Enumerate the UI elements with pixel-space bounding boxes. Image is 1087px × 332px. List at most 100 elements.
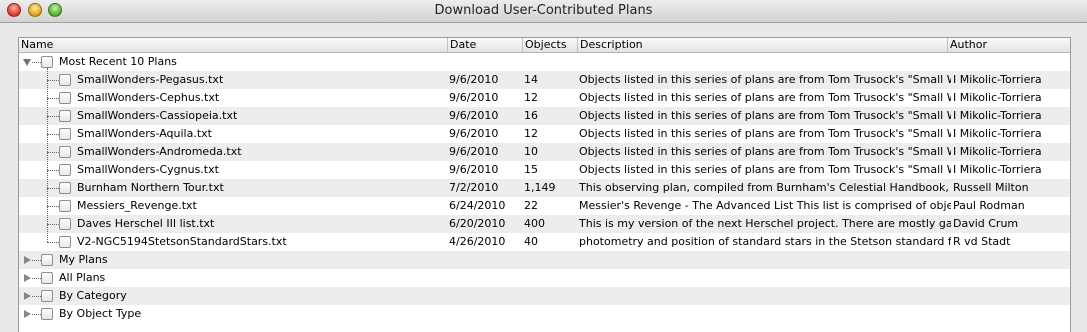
- collapse-triangle-icon[interactable]: [23, 59, 31, 66]
- plan-author: I Mikolic-Torriera: [953, 127, 1042, 140]
- plan-author: David Crum: [953, 217, 1019, 230]
- column-header-date[interactable]: Date: [447, 38, 524, 52]
- plan-checkbox[interactable]: [59, 146, 71, 158]
- column-header-description[interactable]: Description: [577, 38, 949, 52]
- plan-name: SmallWonders-Aquila.txt: [77, 127, 212, 140]
- plan-date: 9/6/2010: [449, 127, 499, 140]
- plan-date: 9/6/2010: [449, 73, 499, 86]
- group-label: By Category: [59, 289, 127, 302]
- plan-date: 9/6/2010: [449, 109, 499, 122]
- plan-date: 7/2/2010: [449, 181, 499, 194]
- group-checkbox[interactable]: [41, 56, 53, 68]
- column-header-author[interactable]: Author: [947, 38, 1070, 52]
- group-checkbox[interactable]: [41, 290, 53, 302]
- plan-author: I Mikolic-Torriera: [953, 145, 1042, 158]
- plan-checkbox[interactable]: [59, 128, 71, 140]
- plan-date: 9/6/2010: [449, 145, 499, 158]
- download-plans-window: Download User-Contributed Plans Name Dat…: [0, 0, 1087, 332]
- plan-author: I Mikolic-Torriera: [953, 73, 1042, 86]
- expand-triangle-icon[interactable]: [24, 256, 31, 264]
- plan-object-count: 1,149: [524, 181, 556, 194]
- tree-connector-line: [47, 80, 59, 81]
- plan-name: SmallWonders-Cygnus.txt: [77, 163, 219, 176]
- group-label: By Object Type: [59, 307, 142, 320]
- plans-tree-table[interactable]: Name Date Objects Description Author Mos…: [18, 37, 1071, 332]
- table-row[interactable]: SmallWonders-Cassiopeia.txt 9/6/2010 16 Obj…: [19, 107, 1070, 125]
- plan-object-count: 400: [524, 217, 545, 230]
- tree-connector-line: [47, 170, 59, 171]
- plan-name: SmallWonders-Andromeda.txt: [77, 145, 242, 158]
- group-checkbox[interactable]: [41, 272, 53, 284]
- plan-checkbox[interactable]: [59, 236, 71, 248]
- tree-connector-line: [47, 188, 59, 189]
- tree-connector-line: [32, 278, 41, 279]
- plan-object-count: 12: [524, 127, 538, 140]
- plan-description: This observing plan, compiled from Burnh…: [579, 181, 951, 194]
- expand-triangle-icon[interactable]: [24, 310, 31, 318]
- tree-connector-line: [47, 134, 59, 135]
- plan-checkbox[interactable]: [59, 164, 71, 176]
- table-header: Name Date Objects Description Author: [19, 38, 1070, 53]
- column-header-name[interactable]: Name: [19, 38, 449, 52]
- plan-object-count: 12: [524, 91, 538, 104]
- title-bar[interactable]: Download User-Contributed Plans: [0, 0, 1087, 23]
- group-checkbox[interactable]: [41, 308, 53, 320]
- plan-checkbox[interactable]: [59, 218, 71, 230]
- plan-checkbox[interactable]: [59, 110, 71, 122]
- plan-description: Objects listed in this series of plans a…: [579, 91, 951, 104]
- plan-name: Daves Herschel III list.txt: [77, 217, 215, 230]
- plan-name: V2-NGC5194StetsonStandardStars.txt: [77, 235, 287, 248]
- plan-checkbox[interactable]: [59, 200, 71, 212]
- plan-author: Russell Milton: [953, 181, 1029, 194]
- table-row[interactable]: SmallWonders-Cygnus.txt 9/6/2010 15 Objects…: [19, 161, 1070, 179]
- tree-group-row[interactable]: My Plans: [19, 251, 1070, 269]
- tree-group-row[interactable]: All Plans: [19, 269, 1070, 287]
- plan-object-count: 40: [524, 235, 538, 248]
- plan-checkbox[interactable]: [59, 74, 71, 86]
- group-label: All Plans: [59, 271, 106, 284]
- expand-triangle-icon[interactable]: [24, 274, 31, 282]
- plan-date: 9/6/2010: [449, 163, 499, 176]
- tree-connector-line: [32, 260, 41, 261]
- plan-description: Messier's Revenge - The Advanced List Th…: [579, 199, 951, 212]
- plan-author: R vd Stadt: [953, 235, 1011, 248]
- plan-author: I Mikolic-Torriera: [953, 109, 1042, 122]
- table-row[interactable]: Messiers_Revenge.txt 6/24/2010 22 Messier's…: [19, 197, 1070, 215]
- tree-group-row[interactable]: By Category: [19, 287, 1070, 305]
- expand-triangle-icon[interactable]: [24, 292, 31, 300]
- table-row[interactable]: SmallWonders-Cephus.txt 9/6/2010 12 Objects…: [19, 89, 1070, 107]
- plan-object-count: 10: [524, 145, 538, 158]
- plan-name: SmallWonders-Cassiopeia.txt: [77, 109, 238, 122]
- tree-connector-line: [47, 206, 59, 207]
- tree-connector-line: [47, 242, 59, 243]
- plan-object-count: 15: [524, 163, 538, 176]
- column-header-objects[interactable]: Objects: [522, 38, 579, 52]
- plan-description: Objects listed in this series of plans a…: [579, 145, 951, 158]
- plan-name: Burnham Northern Tour.txt: [77, 181, 224, 194]
- table-row[interactable]: Burnham Northern Tour.txt 7/2/2010 1,149 Th…: [19, 179, 1070, 197]
- tree-group-row[interactable]: By Object Type: [19, 305, 1070, 323]
- tree-connector-line: [32, 296, 41, 297]
- plan-checkbox[interactable]: [59, 182, 71, 194]
- table-row[interactable]: SmallWonders-Pegasus.txt 9/6/2010 14 Object…: [19, 71, 1070, 89]
- tree-connector-line: [47, 116, 59, 117]
- plan-name: Messiers_Revenge.txt: [77, 199, 197, 212]
- table-row[interactable]: SmallWonders-Aquila.txt 9/6/2010 12 Objects…: [19, 125, 1070, 143]
- plan-date: 9/6/2010: [449, 91, 499, 104]
- plan-checkbox[interactable]: [59, 92, 71, 104]
- plan-author: I Mikolic-Torriera: [953, 91, 1042, 104]
- table-row[interactable]: Daves Herschel III list.txt 6/20/2010 400 T…: [19, 215, 1070, 233]
- plan-date: 6/20/2010: [449, 217, 506, 230]
- tree-group-row[interactable]: Most Recent 10 Plans: [19, 53, 1070, 71]
- plan-name: SmallWonders-Cephus.txt: [77, 91, 220, 104]
- plan-description: Objects listed in this series of plans a…: [579, 163, 951, 176]
- table-row[interactable]: V2-NGC5194StetsonStandardStars.txt 4/26/2…: [19, 233, 1070, 251]
- group-label: My Plans: [59, 253, 108, 266]
- tree-connector-line: [32, 62, 41, 63]
- table-row[interactable]: SmallWonders-Andromeda.txt 9/6/2010 10 Obje…: [19, 143, 1070, 161]
- window-title: Download User-Contributed Plans: [434, 3, 653, 18]
- plan-name: SmallWonders-Pegasus.txt: [77, 73, 224, 86]
- group-checkbox[interactable]: [41, 254, 53, 266]
- plan-date: 4/26/2010: [449, 235, 506, 248]
- plan-date: 6/24/2010: [449, 199, 506, 212]
